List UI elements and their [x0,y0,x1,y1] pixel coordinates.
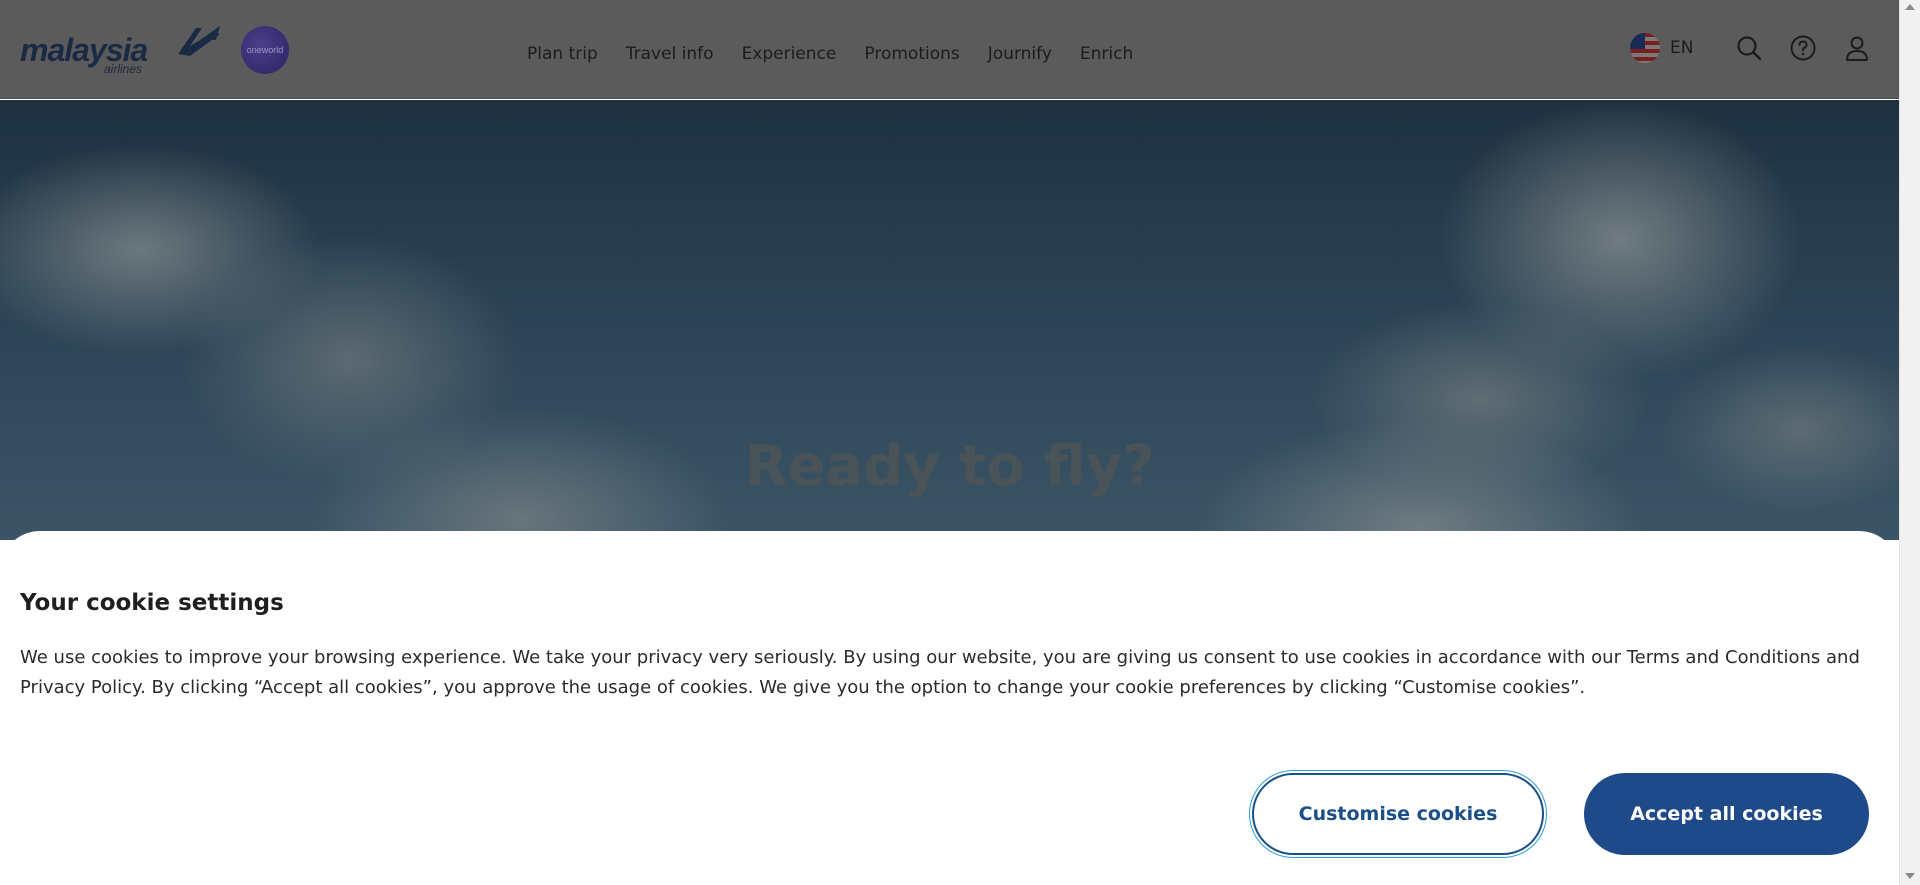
customise-cookies-button[interactable]: Customise cookies [1252,773,1544,855]
malaysia-flag-icon [1630,33,1660,63]
accept-all-cookies-button[interactable]: Accept all cookies [1584,773,1869,855]
cookie-description: We use cookies to improve your browsing … [20,647,1860,698]
scroll-down-arrow-icon[interactable] [1905,873,1915,879]
page-scrollbar[interactable] [1899,0,1920,885]
logo-subtext: airlines [104,62,143,76]
language-label: EN [1670,38,1694,58]
page-viewport: malaysia airlines oneworld Plan trip Tra… [0,0,1899,885]
cookie-settings-panel: Your cookie settings We use cookies to i… [0,531,1899,885]
nav-enrich[interactable]: Enrich [1080,44,1133,64]
scroll-up-arrow-icon[interactable] [1905,4,1915,10]
nav-promotions[interactable]: Promotions [864,44,959,64]
oneworld-badge[interactable]: oneworld [241,26,289,74]
nav-journify[interactable]: Journify [988,44,1052,64]
malaysia-airlines-logo[interactable]: malaysia airlines [20,24,220,76]
help-icon[interactable] [1789,34,1817,62]
language-selector[interactable]: EN [1630,33,1693,63]
main-nav: Plan trip Travel info Experience Promoti… [527,44,1133,64]
kite-logo-icon [178,26,220,56]
cookie-title: Your cookie settings [20,590,284,616]
hero-banner: Ready to fly? [0,100,1899,540]
user-icon[interactable] [1843,34,1871,62]
site-header: malaysia airlines oneworld Plan trip Tra… [0,0,1899,99]
nav-travel-info[interactable]: Travel info [626,44,714,64]
search-icon[interactable] [1735,34,1763,62]
nav-experience[interactable]: Experience [742,44,837,64]
hero-title: Ready to fly? [744,434,1155,499]
oneworld-label: oneworld [246,45,284,55]
nav-plan-trip[interactable]: Plan trip [527,44,598,64]
